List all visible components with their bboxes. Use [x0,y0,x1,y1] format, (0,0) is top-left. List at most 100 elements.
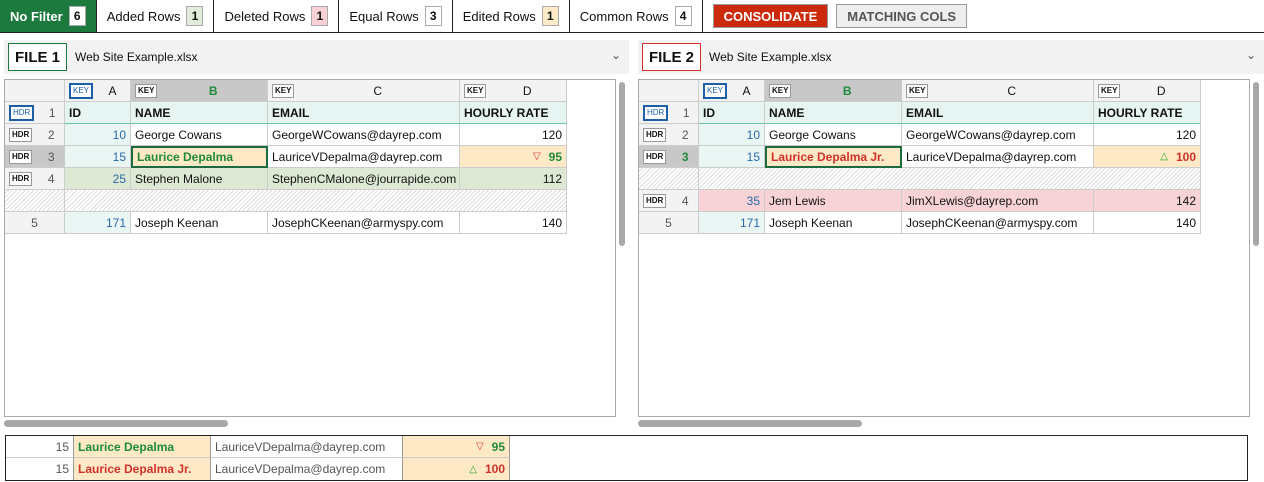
file2-name-dropdown[interactable]: Web Site Example.xlsx [709,50,832,64]
cell-hourly-rate[interactable]: 140 [1094,212,1201,234]
column-header-c[interactable]: KEY C [902,80,1094,102]
row-header[interactable]: HDR 4 [5,168,65,190]
hdr-toggle[interactable]: HDR [643,127,667,142]
column-header-b[interactable]: KEY B [131,80,268,102]
filter-tab-no-filter[interactable]: No Filter 6 [0,0,97,32]
file1-horizontal-scrollbar[interactable] [4,420,228,427]
corner-cell[interactable] [639,80,699,102]
file2-horizontal-scrollbar[interactable] [638,420,862,427]
table-row[interactable]: HDR 3 15 Laurice Depalma Jr. LauriceVDepalma… [639,146,1201,168]
cell-name[interactable]: Laurice Depalma Jr. [765,146,902,168]
cell-hourly-rate[interactable]: ▽ 95 [460,146,567,168]
cell-id[interactable]: 171 [699,212,765,234]
column-header-c[interactable]: KEY C [268,80,460,102]
table-row[interactable]: 5 171 Joseph Keenan JosephCKeenan@armyspy.c… [639,212,1201,234]
table-row[interactable]: HDR 4 25 Stephen Malone StephenCMalone@jourr… [5,168,567,190]
hdr-toggle[interactable]: HDR [9,149,33,164]
row-header[interactable]: 5 [639,212,699,234]
key-toggle[interactable]: KEY [1098,83,1121,98]
cell-id[interactable]: 10 [65,124,131,146]
cell-hourly-rate[interactable]: 120 [1094,124,1201,146]
table-row[interactable]: HDR 2 10 George Cowans GeorgeWCowans@dayrep.… [639,124,1201,146]
key-toggle[interactable]: KEY [769,83,792,98]
cell-hourly-rate[interactable]: 112 [460,168,567,190]
hdr-toggle[interactable]: HDR [643,104,669,121]
chevron-down-icon[interactable]: ⌄ [611,48,621,62]
matching-cols-button[interactable]: MATCHING COLS [836,4,968,28]
cell-id[interactable]: 35 [699,190,765,212]
cell-name[interactable]: George Cowans [131,124,268,146]
consolidate-button[interactable]: CONSOLIDATE [712,4,829,28]
cell-name[interactable]: Jem Lewis [765,190,902,212]
cell-name[interactable]: Stephen Malone [131,168,268,190]
cell-name[interactable]: NAME [131,102,268,124]
file1-vertical-scrollbar[interactable] [619,82,625,246]
cell-email[interactable]: GeorgeWCowans@dayrep.com [268,124,460,146]
cell-hourly-rate[interactable]: 142 [1094,190,1201,212]
filter-tab-common-rows[interactable]: Common Rows 4 [570,0,703,32]
table-row[interactable]: HDR 4 35 Jem Lewis JimXLewis@dayrep.com 142 [639,190,1201,212]
cell-hourly-rate[interactable]: HOURLY RATE [460,102,567,124]
cell-hourly-rate[interactable]: 120 [460,124,567,146]
table-row[interactable] [5,190,567,212]
column-header-b[interactable]: KEY B [765,80,902,102]
row-header[interactable]: HDR 4 [639,190,699,212]
cell-id[interactable]: 10 [699,124,765,146]
hdr-toggle[interactable]: HDR [9,171,33,186]
column-header-d[interactable]: KEY D [1094,80,1201,102]
file2-vertical-scrollbar[interactable] [1253,82,1259,246]
cell-email[interactable]: JosephCKeenan@armyspy.com [902,212,1094,234]
corner-cell[interactable] [5,80,65,102]
row-header[interactable]: HDR 1 [639,102,699,124]
cell-email[interactable]: EMAIL [902,102,1094,124]
row-header[interactable]: 5 [5,212,65,234]
cell-email[interactable]: LauriceVDepalma@dayrep.com [268,146,460,168]
table-row[interactable]: HDR 3 15 Laurice Depalma LauriceVDepalma@day… [5,146,567,168]
column-header-a[interactable]: KEY A [65,80,131,102]
table-row[interactable]: HDR 2 10 George Cowans GeorgeWCowans@dayrep.… [5,124,567,146]
table-row[interactable]: HDR 1 ID NAME EMAIL HOURLY RATE [639,102,1201,124]
key-toggle[interactable]: KEY [464,83,487,98]
cell-id[interactable]: ID [65,102,131,124]
key-toggle[interactable]: KEY [703,82,728,99]
filter-tab-added-rows[interactable]: Added Rows 1 [97,0,215,32]
chevron-down-icon[interactable]: ⌄ [1246,48,1256,62]
table-row[interactable]: HDR 1 ID NAME EMAIL HOURLY RATE [5,102,567,124]
key-toggle[interactable]: KEY [135,83,158,98]
cell-email[interactable]: LauriceVDepalma@dayrep.com [902,146,1094,168]
row-header[interactable]: HDR 1 [5,102,65,124]
table-row[interactable] [639,168,1201,190]
cell-email[interactable]: JimXLewis@dayrep.com [902,190,1094,212]
cell-email[interactable]: StephenCMalone@jourrapide.com [268,168,460,190]
cell-name[interactable]: George Cowans [765,124,902,146]
key-toggle[interactable]: KEY [272,83,295,98]
filter-tab-deleted-rows[interactable]: Deleted Rows 1 [214,0,340,32]
cell-id[interactable]: 15 [65,146,131,168]
column-header-d[interactable]: KEY D [460,80,567,102]
cell-name[interactable]: Joseph Keenan [765,212,902,234]
hdr-toggle[interactable]: HDR [9,104,35,121]
cell-name[interactable]: NAME [765,102,902,124]
key-toggle[interactable]: KEY [906,83,929,98]
cell-name[interactable]: Joseph Keenan [131,212,268,234]
cell-email[interactable]: JosephCKeenan@armyspy.com [268,212,460,234]
cell-id[interactable]: 15 [699,146,765,168]
hdr-toggle[interactable]: HDR [643,149,667,164]
hdr-toggle[interactable]: HDR [9,127,33,142]
cell-hourly-rate[interactable]: HOURLY RATE [1094,102,1201,124]
column-header-a[interactable]: KEY A [699,80,765,102]
row-header[interactable]: HDR 2 [5,124,65,146]
cell-email[interactable]: GeorgeWCowans@dayrep.com [902,124,1094,146]
key-toggle[interactable]: KEY [69,82,94,99]
cell-id[interactable]: 25 [65,168,131,190]
cell-id[interactable]: ID [699,102,765,124]
row-header[interactable]: HDR 3 [5,146,65,168]
cell-id[interactable]: 171 [65,212,131,234]
table-row[interactable]: 5 171 Joseph Keenan JosephCKeenan@armyspy.c… [5,212,567,234]
cell-email[interactable]: EMAIL [268,102,460,124]
hdr-toggle[interactable]: HDR [643,193,667,208]
cell-hourly-rate[interactable]: △ 100 [1094,146,1201,168]
row-header[interactable]: HDR 2 [639,124,699,146]
filter-tab-edited-rows[interactable]: Edited Rows 1 [453,0,570,32]
cell-hourly-rate[interactable]: 140 [460,212,567,234]
